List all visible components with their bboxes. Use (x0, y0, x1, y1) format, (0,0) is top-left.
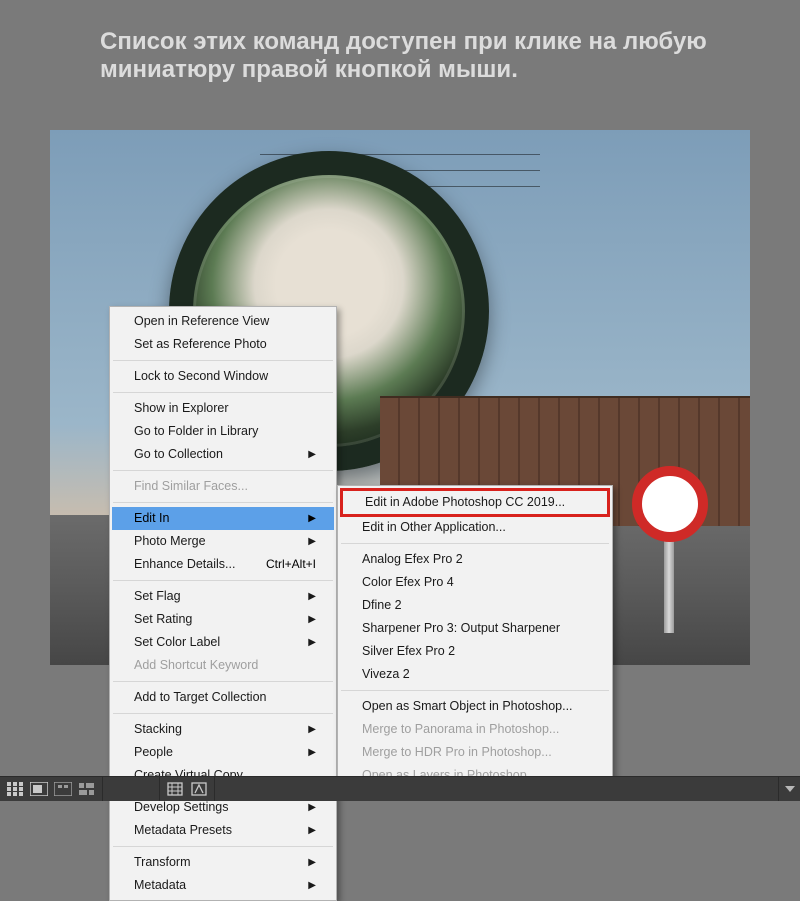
menu-item-enhance-details[interactable]: Enhance Details...Ctrl+Alt+I (112, 553, 334, 576)
menu-separator (341, 690, 609, 691)
menu-item-show-in-explorer[interactable]: Show in Explorer (112, 397, 334, 420)
menu-item-label: Metadata (134, 877, 298, 894)
menu-item-add-shortcut-keyword: Add Shortcut Keyword (112, 654, 334, 677)
menu-item-label: Silver Efex Pro 2 (362, 643, 592, 660)
submenu-item-viveza-2[interactable]: Viveza 2 (340, 663, 610, 686)
chevron-right-icon: ▶ (298, 744, 316, 761)
menu-item-label: People (134, 744, 298, 761)
menu-item-label: Set Flag (134, 588, 298, 605)
submenu-item-dfine-2[interactable]: Dfine 2 (340, 594, 610, 617)
menu-item-label: Set as Reference Photo (134, 336, 316, 353)
chevron-right-icon: ▶ (298, 446, 316, 463)
menu-separator (113, 470, 333, 471)
chevron-right-icon: ▶ (298, 611, 316, 628)
menu-item-label: Edit in Other Application... (362, 519, 592, 536)
submenu-item-edit-in-other-application[interactable]: Edit in Other Application... (340, 516, 610, 539)
menu-item-transform[interactable]: Transform▶ (112, 851, 334, 874)
chevron-right-icon: ▶ (298, 877, 316, 894)
chevron-right-icon: ▶ (298, 588, 316, 605)
menu-item-label: Go to Folder in Library (134, 423, 316, 440)
menu-item-label: Color Efex Pro 4 (362, 574, 592, 591)
submenu-item-merge-to-hdr-pro-in-photoshop: Merge to HDR Pro in Photoshop... (340, 741, 610, 764)
road-sign-icon (632, 466, 708, 542)
chevron-right-icon: ▶ (298, 533, 316, 550)
menu-item-label: Dfine 2 (362, 597, 592, 614)
menu-item-set-as-reference-photo[interactable]: Set as Reference Photo (112, 333, 334, 356)
toolbar-options-dropdown[interactable] (778, 777, 800, 801)
chevron-right-icon: ▶ (298, 721, 316, 738)
menu-separator (113, 392, 333, 393)
menu-item-label: Find Similar Faces... (134, 478, 316, 495)
bottom-toolbar (0, 776, 800, 801)
menu-item-label: Open as Smart Object in Photoshop... (362, 698, 592, 715)
menu-item-label: Metadata Presets (134, 822, 298, 839)
menu-item-open-in-reference-view[interactable]: Open in Reference View (112, 310, 334, 333)
chevron-right-icon: ▶ (298, 510, 316, 527)
menu-item-label: Edit in Adobe Photoshop CC 2019... (365, 494, 589, 511)
chevron-right-icon: ▶ (298, 634, 316, 651)
menu-separator (113, 360, 333, 361)
menu-separator (341, 543, 609, 544)
menu-item-label: Go to Collection (134, 446, 298, 463)
menu-item-label: Stacking (134, 721, 298, 738)
menu-item-people[interactable]: People▶ (112, 741, 334, 764)
menu-item-label: Lock to Second Window (134, 368, 316, 385)
menu-item-find-similar-faces: Find Similar Faces... (112, 475, 334, 498)
submenu-item-open-as-smart-object-in-photoshop[interactable]: Open as Smart Object in Photoshop... (340, 695, 610, 718)
chevron-right-icon: ▶ (298, 854, 316, 871)
menu-item-label: Merge to Panorama in Photoshop... (362, 721, 592, 738)
menu-separator (113, 681, 333, 682)
chevron-right-icon: ▶ (298, 799, 316, 816)
menu-item-label: Set Color Label (134, 634, 298, 651)
soft-proof-icon[interactable] (188, 780, 210, 798)
menu-item-label: Merge to HDR Pro in Photoshop... (362, 744, 592, 761)
menu-item-set-flag[interactable]: Set Flag▶ (112, 585, 334, 608)
menu-item-label: Add Shortcut Keyword (134, 657, 316, 674)
menu-separator (113, 846, 333, 847)
menu-item-label: Add to Target Collection (134, 689, 316, 706)
menu-item-label: Analog Efex Pro 2 (362, 551, 592, 568)
submenu-item-analog-efex-pro-2[interactable]: Analog Efex Pro 2 (340, 548, 610, 571)
menu-item-label: Show in Explorer (134, 400, 316, 417)
menu-item-label: Sharpener Pro 3: Output Sharpener (362, 620, 592, 637)
submenu-item-silver-efex-pro-2[interactable]: Silver Efex Pro 2 (340, 640, 610, 663)
menu-separator (113, 713, 333, 714)
menu-item-label: Photo Merge (134, 533, 298, 550)
menu-item-lock-to-second-window[interactable]: Lock to Second Window (112, 365, 334, 388)
menu-item-label: Set Rating (134, 611, 298, 628)
menu-separator (113, 580, 333, 581)
submenu-item-color-efex-pro-4[interactable]: Color Efex Pro 4 (340, 571, 610, 594)
menu-item-label: Enhance Details... (134, 556, 252, 573)
menu-item-edit-in[interactable]: Edit In▶ (112, 507, 334, 530)
grid-view-icon[interactable] (4, 780, 26, 798)
edit-in-submenu: Edit in Adobe Photoshop CC 2019... Edit i… (337, 485, 613, 791)
loupe-view-icon[interactable] (28, 780, 50, 798)
menu-item-label: Transform (134, 854, 298, 871)
menu-item-set-color-label[interactable]: Set Color Label▶ (112, 631, 334, 654)
menu-item-label: Open in Reference View (134, 313, 316, 330)
submenu-item-merge-to-panorama-in-photoshop: Merge to Panorama in Photoshop... (340, 718, 610, 741)
crop-overlay-icon[interactable] (164, 780, 186, 798)
submenu-item-edit-in-adobe-photoshop-cc-2019[interactable]: Edit in Adobe Photoshop CC 2019... (340, 488, 610, 517)
menu-item-stacking[interactable]: Stacking▶ (112, 718, 334, 741)
compare-view-icon[interactable] (52, 780, 74, 798)
menu-item-set-rating[interactable]: Set Rating▶ (112, 608, 334, 631)
instruction-caption: Список этих команд доступен при клике на… (100, 28, 800, 83)
menu-item-metadata[interactable]: Metadata▶ (112, 874, 334, 897)
menu-item-go-to-folder-in-library[interactable]: Go to Folder in Library (112, 420, 334, 443)
submenu-item-sharpener-pro-3-output-sharpener[interactable]: Sharpener Pro 3: Output Sharpener (340, 617, 610, 640)
menu-item-label: Edit In (134, 510, 298, 527)
chevron-right-icon: ▶ (298, 822, 316, 839)
menu-item-photo-merge[interactable]: Photo Merge▶ (112, 530, 334, 553)
survey-view-icon[interactable] (76, 780, 98, 798)
menu-item-label: Viveza 2 (362, 666, 592, 683)
context-menu: Open in Reference View Set as Reference P… (109, 306, 337, 901)
menu-item-metadata-presets[interactable]: Metadata Presets▶ (112, 819, 334, 842)
menu-item-shortcut: Ctrl+Alt+I (252, 556, 316, 573)
menu-item-label: Develop Settings (134, 799, 298, 816)
menu-separator (113, 502, 333, 503)
menu-item-add-to-target-collection[interactable]: Add to Target Collection (112, 686, 334, 709)
menu-item-go-to-collection[interactable]: Go to Collection▶ (112, 443, 334, 466)
